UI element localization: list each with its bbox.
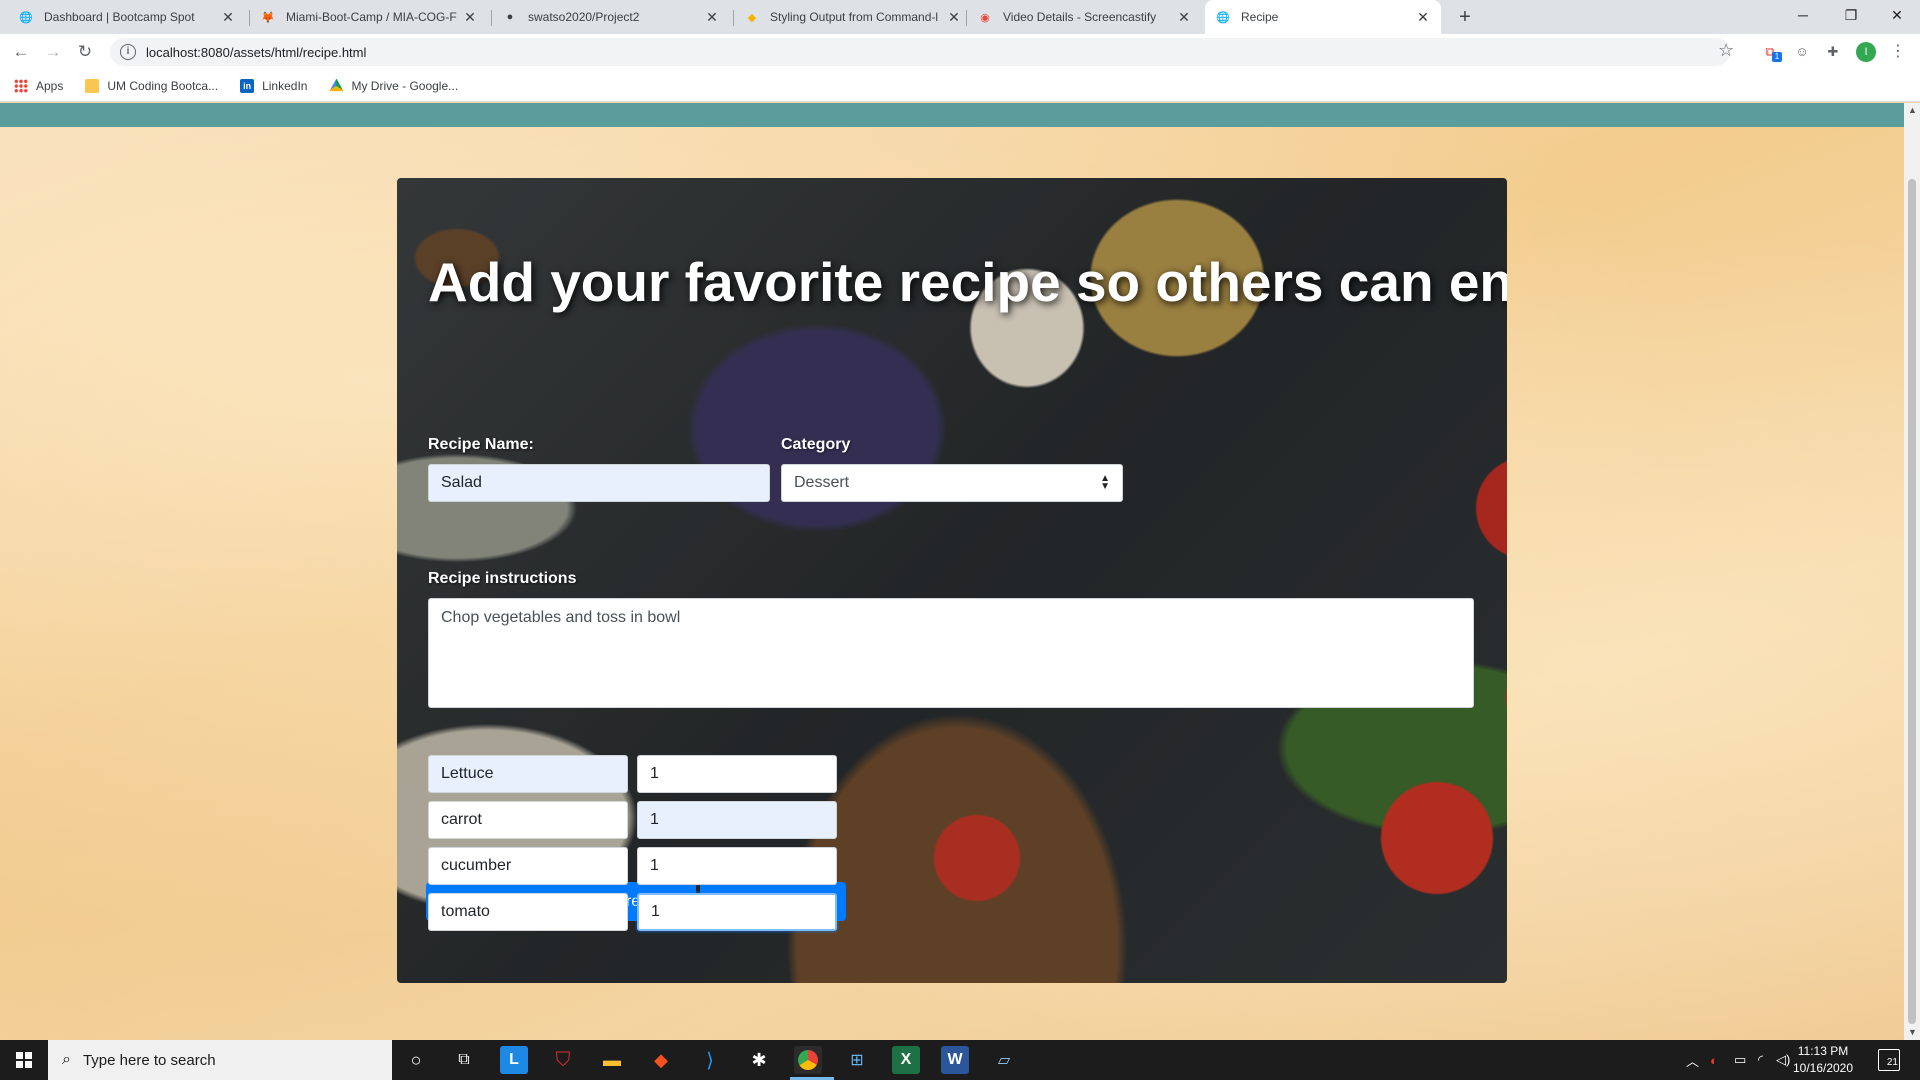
battery-icon[interactable]: ▭: [1734, 1040, 1746, 1080]
windows-taskbar: ⌕ Type here to search ○ ⧉ L ⛉ ▬ ◆ ⟩ ✱ ⊞ …: [0, 1040, 1920, 1080]
gitlab-icon: 🦊: [261, 11, 275, 24]
folder-icon: [85, 78, 100, 93]
globe-icon: 🌐: [1216, 11, 1230, 24]
page-viewport: Add your favorite recipe so others can e…: [0, 103, 1904, 1040]
ingredient-name-input[interactable]: cucumber: [428, 847, 628, 885]
ingredient-qty-input[interactable]: 1: [637, 755, 837, 793]
git-app-icon[interactable]: ◆: [647, 1046, 675, 1074]
notification-count: 21: [1886, 1057, 1898, 1068]
taskbar-search-box[interactable]: ⌕ Type here to search: [48, 1040, 392, 1080]
scrollbar-thumb[interactable]: [1908, 179, 1916, 1024]
browser-toolbar: ← → ↻ i localhost:8080/assets/html/recip…: [0, 34, 1920, 70]
restore-button[interactable]: ❐: [1828, 0, 1874, 30]
forward-icon[interactable]: →: [42, 41, 64, 63]
bookmarks-bar: Apps UM Coding Bootca... in LinkedIn My …: [0, 70, 1920, 102]
notepad-icon[interactable]: ▱: [990, 1046, 1018, 1074]
bookmark-apps[interactable]: Apps: [14, 78, 63, 93]
close-window-button[interactable]: ✕: [1874, 0, 1920, 30]
site-navbar: [0, 103, 1904, 127]
show-hidden-icons[interactable]: ︿: [1686, 1040, 1699, 1080]
wifi-icon[interactable]: ◜: [1758, 1040, 1763, 1080]
taskbar-clock[interactable]: 11:13 PM 10/16/2020: [1788, 1043, 1858, 1077]
extension-badge: 1: [1772, 52, 1782, 62]
tab-gitlab[interactable]: 🦊 Miami-Boot-Camp / MIA-COG-F ✕: [250, 0, 488, 34]
select-caret-icon: ▲ ▼: [1100, 473, 1110, 492]
scroll-up-icon[interactable]: ▲: [1908, 105, 1917, 115]
tab-dashboard[interactable]: 🌐 Dashboard | Bootcamp Spot ✕: [8, 0, 246, 34]
windows-logo-icon: [16, 1052, 32, 1068]
tab-styling-output[interactable]: ◆ Styling Output from Command-l ✕: [734, 0, 972, 34]
menu-kebab-icon[interactable]: ⋮: [1890, 41, 1906, 61]
bookmark-star-icon[interactable]: ☆: [1718, 40, 1734, 61]
profile-avatar[interactable]: I: [1856, 42, 1876, 62]
recipe-name-label: Recipe Name:: [428, 436, 534, 453]
scroll-down-icon[interactable]: ▼: [1908, 1027, 1917, 1037]
shield-app-icon[interactable]: ⛉: [549, 1046, 577, 1074]
file-explorer-icon[interactable]: ▬: [598, 1046, 626, 1074]
excel-icon[interactable]: X: [892, 1046, 920, 1074]
ingredient-name-input[interactable]: carrot: [428, 801, 628, 839]
reload-icon[interactable]: ↻: [74, 41, 96, 63]
ingredient-qty-input[interactable]: 1: [637, 893, 837, 931]
recipe-form-card: Add your favorite recipe so others can e…: [397, 178, 1507, 983]
slack-icon[interactable]: ✱: [745, 1046, 773, 1074]
word-icon[interactable]: W: [941, 1046, 969, 1074]
github-icon: ●: [506, 11, 514, 23]
new-tab-button[interactable]: +: [1452, 4, 1478, 30]
ingredient-qty-input[interactable]: 1: [637, 801, 837, 839]
ingredient-name-input[interactable]: tomato: [428, 893, 628, 931]
address-bar[interactable]: i localhost:8080/assets/html/recipe.html: [110, 38, 1730, 66]
close-tab-icon[interactable]: ✕: [1176, 9, 1192, 26]
close-tab-icon[interactable]: ✕: [220, 9, 236, 26]
linkedin-icon: in: [240, 78, 255, 93]
browser-tab-strip: 🌐 Dashboard | Bootcamp Spot ✕ 🦊 Miami-Bo…: [0, 0, 1920, 34]
tab-github[interactable]: ● swatso2020/Project2 ✕: [492, 0, 730, 34]
bookmark-linkedin[interactable]: in LinkedIn: [240, 78, 307, 93]
category-select[interactable]: Dessert ▲ ▼: [781, 464, 1123, 502]
google-drive-icon: [329, 78, 344, 92]
notification-center-icon[interactable]: 21: [1878, 1049, 1900, 1071]
app-l-icon[interactable]: L: [500, 1046, 528, 1074]
tab-recipe[interactable]: 🌐 Recipe ✕: [1205, 0, 1441, 34]
globe-icon: 🌐: [19, 11, 33, 24]
ingredient-name-input[interactable]: Lettuce: [428, 755, 628, 793]
close-tab-icon[interactable]: ✕: [946, 9, 962, 26]
tab-screencastify[interactable]: ◉ Video Details - Screencastify ✕: [967, 0, 1202, 34]
cortana-icon[interactable]: ○: [402, 1046, 430, 1074]
task-view-icon[interactable]: ⧉: [450, 1046, 478, 1074]
page-scrollbar[interactable]: ▲ ▼: [1904, 103, 1920, 1040]
apps-grid-icon: [14, 78, 28, 93]
start-button[interactable]: [0, 1040, 48, 1080]
screencastify-icon: ◉: [980, 11, 990, 24]
page-title: Add your favorite recipe so others can e…: [428, 251, 1507, 313]
instructions-textarea[interactable]: Chop vegetables and toss in bowl: [428, 598, 1474, 708]
back-icon[interactable]: ←: [10, 41, 32, 63]
close-tab-icon[interactable]: ✕: [462, 9, 478, 26]
close-tab-icon[interactable]: ✕: [1415, 9, 1431, 26]
page-icon: ◆: [747, 11, 757, 24]
chrome-icon[interactable]: [794, 1046, 822, 1074]
url-text: localhost:8080/assets/html/recipe.html: [146, 44, 367, 60]
tray-app-icon[interactable]: ◐: [1710, 1040, 1718, 1080]
clock-time: 11:13 PM: [1797, 1044, 1849, 1058]
close-tab-icon[interactable]: ✕: [704, 9, 720, 26]
vscode-icon[interactable]: ⟩: [696, 1046, 724, 1074]
extensions-puzzle-icon[interactable]: ✚: [1823, 42, 1843, 62]
bookmark-google-drive[interactable]: My Drive - Google...: [329, 78, 458, 93]
recipe-name-input[interactable]: Salad: [428, 464, 770, 502]
minimize-button[interactable]: ─: [1780, 0, 1826, 30]
app-window-icon[interactable]: ⊞: [843, 1046, 871, 1074]
ingredient-qty-input[interactable]: 1: [637, 847, 837, 885]
bookmark-um-coding[interactable]: UM Coding Bootca...: [85, 78, 218, 93]
clock-date: 10/16/2020: [1792, 1061, 1854, 1075]
search-icon: ⌕: [62, 1051, 71, 1068]
instructions-label: Recipe instructions: [428, 570, 577, 587]
extension-smiley-icon[interactable]: ☺: [1792, 42, 1812, 62]
site-info-icon[interactable]: i: [120, 44, 136, 60]
category-label: Category: [781, 436, 851, 453]
